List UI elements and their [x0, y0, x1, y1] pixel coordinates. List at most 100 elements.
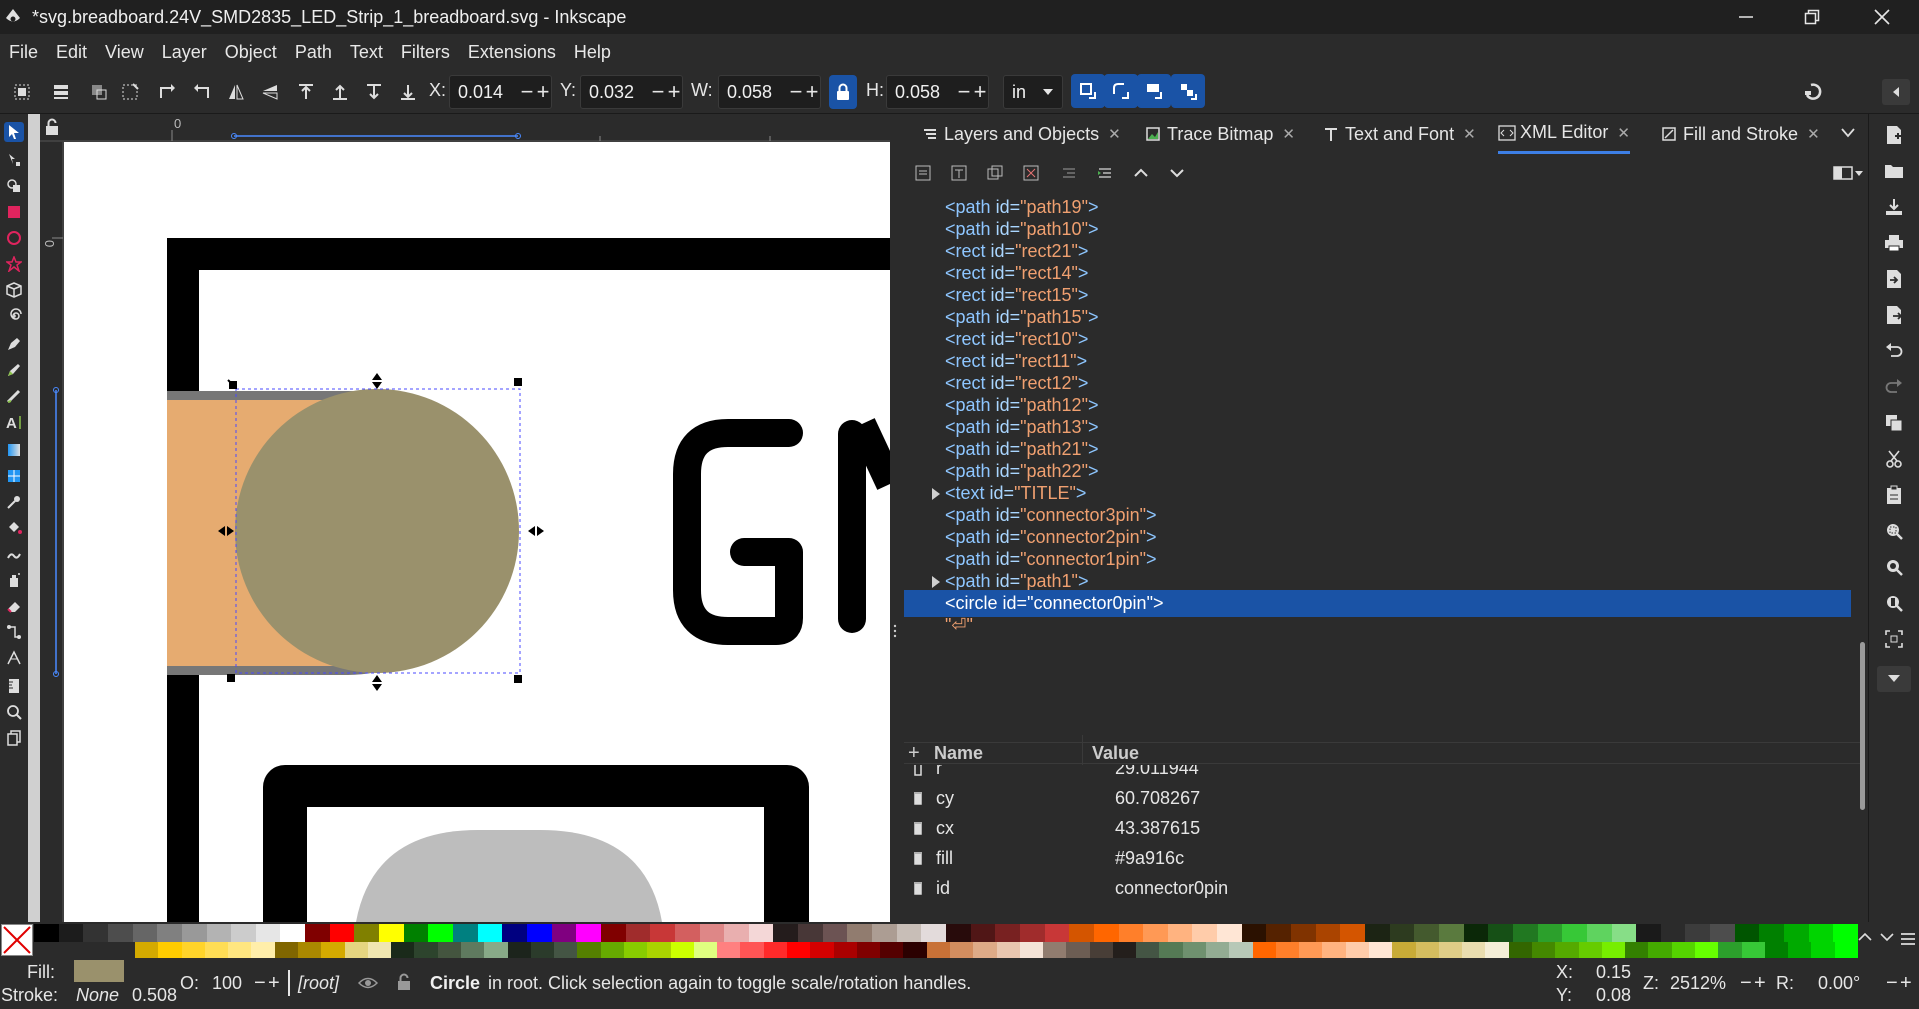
color-swatch[interactable]: [872, 924, 898, 942]
color-swatch[interactable]: [1252, 942, 1277, 958]
attribute-row[interactable]: cx 43.387615: [904, 813, 1864, 843]
color-swatch[interactable]: [699, 924, 725, 942]
color-swatch[interactable]: [1625, 942, 1649, 958]
select-all-layers-icon[interactable]: [47, 79, 75, 105]
color-swatch[interactable]: [647, 942, 672, 958]
trash-icon[interactable]: [912, 783, 924, 813]
menu-layer[interactable]: Layer: [162, 42, 207, 63]
measure-tool-icon[interactable]: [4, 676, 24, 696]
duplicate-node-icon[interactable]: [986, 164, 1006, 184]
layer-lock-icon[interactable]: [396, 973, 412, 991]
color-swatch[interactable]: [600, 924, 627, 942]
x-value[interactable]: 0.014: [450, 82, 519, 103]
paint-bucket-tool-icon[interactable]: [4, 518, 24, 538]
color-swatch[interactable]: [1206, 942, 1230, 958]
color-swatch[interactable]: [1340, 924, 1366, 942]
color-swatch[interactable]: [484, 942, 509, 958]
x-spinbox[interactable]: 0.014 − +: [449, 75, 552, 109]
palette-menu-icon[interactable]: [1900, 932, 1916, 946]
h-decrement-button[interactable]: −: [956, 81, 972, 103]
add-attribute-button[interactable]: +: [908, 742, 920, 765]
rotation-decrement-button[interactable]: −: [1886, 972, 1900, 995]
pen-tool-icon[interactable]: [4, 334, 24, 354]
color-swatch[interactable]: [1159, 942, 1184, 958]
canvas-artwork[interactable]: [28, 114, 890, 922]
select-same-icon[interactable]: [85, 79, 113, 105]
flip-vertical-icon[interactable]: [256, 79, 284, 105]
palette-scroll-up-icon[interactable]: [1858, 932, 1872, 942]
color-swatch[interactable]: [305, 924, 331, 942]
tweak-tool-icon[interactable]: [4, 544, 24, 564]
color-swatch[interactable]: [228, 942, 252, 958]
h-spinbox[interactable]: 0.058 − +: [886, 75, 989, 109]
color-swatch[interactable]: [1019, 942, 1044, 958]
save-document-icon[interactable]: [1883, 196, 1905, 218]
attributes-list[interactable]: r 29.011944 cy 60.708267 cx 43.387615 fi…: [904, 765, 1864, 918]
no-paint-swatch[interactable]: [1, 924, 33, 956]
color-swatch[interactable]: [1611, 924, 1637, 942]
color-swatch[interactable]: [204, 942, 229, 958]
color-swatch[interactable]: [674, 924, 700, 942]
zoom-selection-icon[interactable]: [1883, 520, 1905, 542]
rotate-ccw-icon[interactable]: [153, 79, 181, 105]
color-swatch[interactable]: [344, 942, 369, 958]
color-swatch[interactable]: [1788, 942, 1812, 958]
y-value[interactable]: 0.032: [581, 82, 650, 103]
new-element-node-icon[interactable]: [914, 164, 934, 184]
color-swatch[interactable]: [847, 924, 873, 942]
color-swatch[interactable]: [1069, 924, 1095, 942]
color-swatch[interactable]: [1808, 924, 1834, 942]
expand-triangle-icon[interactable]: [932, 576, 940, 588]
color-swatch[interactable]: [502, 924, 528, 942]
color-swatch[interactable]: [1710, 924, 1736, 942]
color-swatch[interactable]: [157, 924, 183, 942]
color-swatch[interactable]: [1389, 924, 1415, 942]
color-swatch[interactable]: [231, 924, 257, 942]
color-swatch[interactable]: [1811, 942, 1836, 958]
attribute-row[interactable]: fill #9a916c: [904, 843, 1864, 873]
color-swatch[interactable]: [1345, 942, 1370, 958]
rotation-spinbox[interactable]: 0.00° − +: [1796, 968, 1914, 998]
attr-value[interactable]: 43.387615: [1115, 813, 1200, 843]
color-swatch[interactable]: [1089, 942, 1114, 958]
color-swatch[interactable]: [206, 924, 232, 942]
color-swatch[interactable]: [1365, 924, 1391, 942]
color-swatch[interactable]: [1462, 942, 1486, 958]
calligraphy-tool-icon[interactable]: [4, 386, 24, 406]
node-tool-icon[interactable]: [4, 150, 24, 170]
lower-node-icon[interactable]: [1168, 164, 1188, 184]
color-swatch[interactable]: [822, 924, 848, 942]
lock-ratio-button[interactable]: [829, 75, 857, 109]
zoom-drawing-icon[interactable]: [1883, 556, 1905, 578]
color-swatch[interactable]: [1369, 942, 1393, 958]
expand-triangle-icon[interactable]: [932, 488, 940, 500]
paste-icon[interactable]: [1883, 484, 1905, 506]
zoom-decrement-button[interactable]: −: [1740, 972, 1754, 995]
new-text-node-icon[interactable]: [950, 164, 970, 184]
attr-value[interactable]: #9a916c: [1115, 843, 1184, 873]
opacity-decrement-button[interactable]: −: [254, 972, 268, 995]
color-swatch[interactable]: [132, 924, 158, 942]
star-tool-icon[interactable]: [4, 254, 24, 274]
menu-object[interactable]: Object: [225, 42, 277, 63]
horizontal-ruler[interactable]: 0: [40, 114, 890, 142]
zoom-increment-button[interactable]: +: [1754, 972, 1768, 995]
color-swatch[interactable]: [507, 942, 532, 958]
palette-scroll-down-icon[interactable]: [1880, 932, 1894, 942]
color-swatch[interactable]: [379, 924, 405, 942]
select-all-icon[interactable]: [8, 79, 36, 105]
color-swatch[interactable]: [530, 942, 555, 958]
color-swatch[interactable]: [1532, 942, 1556, 958]
color-swatch[interactable]: [1118, 924, 1144, 942]
w-spinbox[interactable]: 0.058 − +: [718, 75, 821, 109]
guide-lock-icon[interactable]: [44, 118, 60, 138]
close-window-button[interactable]: [1852, 0, 1912, 34]
spiral-tool-icon[interactable]: [4, 306, 24, 326]
color-swatch[interactable]: [1734, 924, 1760, 942]
menu-help[interactable]: Help: [574, 42, 611, 63]
transform-patterns-button[interactable]: [1171, 74, 1205, 108]
color-swatch[interactable]: [748, 924, 774, 942]
color-swatch[interactable]: [280, 924, 306, 942]
color-swatch[interactable]: [1299, 942, 1323, 958]
flip-horizontal-icon[interactable]: [222, 79, 250, 105]
